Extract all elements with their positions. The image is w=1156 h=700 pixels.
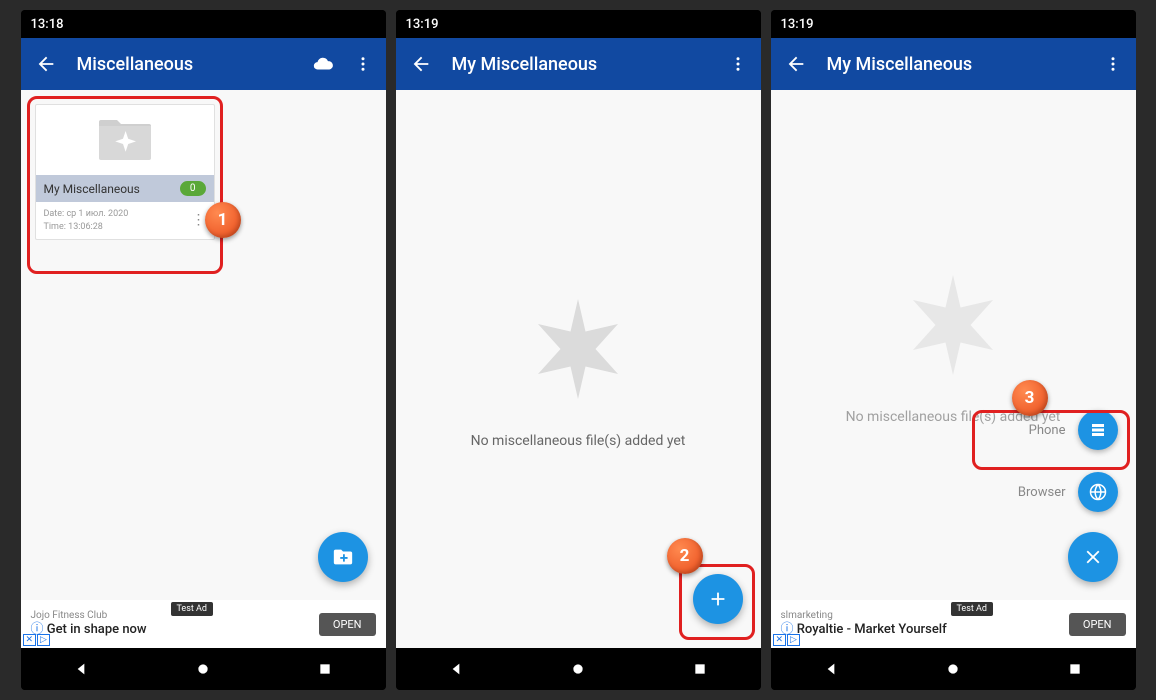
- nav-bar: [21, 648, 386, 690]
- ad-tag: Test Ad: [951, 602, 993, 616]
- asterisk-icon: [893, 265, 1013, 385]
- screen-3: 13:19 My Miscellaneous No miscellaneous …: [771, 10, 1136, 690]
- phone-storage-icon: [1089, 421, 1107, 439]
- nav-recent-icon[interactable]: [1067, 661, 1083, 677]
- folder-icon: [97, 118, 153, 162]
- empty-message: No miscellaneous file(s) added yet: [471, 433, 686, 449]
- app-bar: My Miscellaneous: [396, 38, 761, 90]
- nav-back-icon[interactable]: [73, 661, 89, 677]
- fab-add[interactable]: [693, 574, 743, 624]
- app-title: My Miscellaneous: [452, 54, 709, 75]
- status-bar: 13:18: [21, 10, 386, 38]
- status-bar: 13:19: [396, 10, 761, 38]
- nav-recent-icon[interactable]: [317, 661, 333, 677]
- count-badge: 0: [180, 181, 206, 196]
- app-title: My Miscellaneous: [827, 54, 1084, 75]
- fab-option-phone[interactable]: Phone: [1029, 410, 1118, 450]
- status-time: 13:18: [31, 17, 64, 32]
- option-browser-label: Browser: [1018, 485, 1066, 500]
- nav-back-icon[interactable]: [823, 661, 839, 677]
- cloud-icon[interactable]: [312, 53, 334, 75]
- globe-icon: [1089, 483, 1107, 501]
- ad-line1: slmarketing: [781, 609, 1061, 622]
- more-icon[interactable]: [354, 53, 372, 75]
- nav-home-icon[interactable]: [570, 661, 586, 677]
- nav-home-icon[interactable]: [195, 661, 211, 677]
- close-icon: [1082, 546, 1104, 568]
- add-folder-icon: [332, 546, 354, 568]
- more-icon[interactable]: [729, 53, 747, 75]
- nav-home-icon[interactable]: [945, 661, 961, 677]
- ad-close-icon[interactable]: ✕▷: [23, 634, 50, 646]
- screen-1: 13:18 Miscellaneous My Miscellaneous 0: [21, 10, 386, 690]
- app-bar: Miscellaneous: [21, 38, 386, 90]
- app-bar: My Miscellaneous: [771, 38, 1136, 90]
- fab-close[interactable]: [1068, 532, 1118, 582]
- nav-bar: [396, 648, 761, 690]
- status-time: 13:19: [406, 17, 439, 32]
- ad-open-button[interactable]: OPEN: [1069, 613, 1126, 636]
- screen-2: 13:19 My Miscellaneous No miscellaneous …: [396, 10, 761, 690]
- plus-icon: [707, 588, 729, 610]
- ad-line2: ⓘ Get in shape now: [31, 622, 311, 639]
- status-bar: 13:19: [771, 10, 1136, 38]
- back-icon[interactable]: [785, 53, 807, 75]
- ad-banner[interactable]: slmarketing ⓘ Royaltie - Market Yourself…: [771, 600, 1136, 648]
- folder-name: My Miscellaneous: [44, 182, 140, 196]
- ad-tag: Test Ad: [171, 602, 213, 616]
- content-area: No miscellaneous file(s) added yet 2: [396, 90, 761, 648]
- back-icon[interactable]: [410, 53, 432, 75]
- ad-close-icon[interactable]: ✕▷: [773, 634, 800, 646]
- card-more-icon[interactable]: ⋮: [192, 211, 206, 231]
- status-time: 13:19: [781, 17, 814, 32]
- ad-open-button[interactable]: OPEN: [319, 613, 376, 636]
- content-area: No miscellaneous file(s) added yet Phone…: [771, 90, 1136, 600]
- nav-recent-icon[interactable]: [692, 661, 708, 677]
- folder-card[interactable]: My Miscellaneous 0 Date: ср 1 июл. 2020 …: [35, 104, 215, 240]
- app-title: Miscellaneous: [77, 54, 292, 75]
- nav-bar: [771, 648, 1136, 690]
- content-area: My Miscellaneous 0 Date: ср 1 июл. 2020 …: [21, 90, 386, 600]
- nav-back-icon[interactable]: [448, 661, 464, 677]
- ad-line2: ⓘ Royaltie - Market Yourself: [781, 622, 1061, 639]
- more-icon[interactable]: [1104, 53, 1122, 75]
- asterisk-icon: [518, 289, 638, 409]
- option-phone-label: Phone: [1029, 423, 1066, 438]
- ad-banner[interactable]: Jojo Fitness Club ⓘ Get in shape now Tes…: [21, 600, 386, 648]
- back-icon[interactable]: [35, 53, 57, 75]
- fab-add-folder[interactable]: [318, 532, 368, 582]
- fab-option-browser[interactable]: Browser: [1018, 472, 1118, 512]
